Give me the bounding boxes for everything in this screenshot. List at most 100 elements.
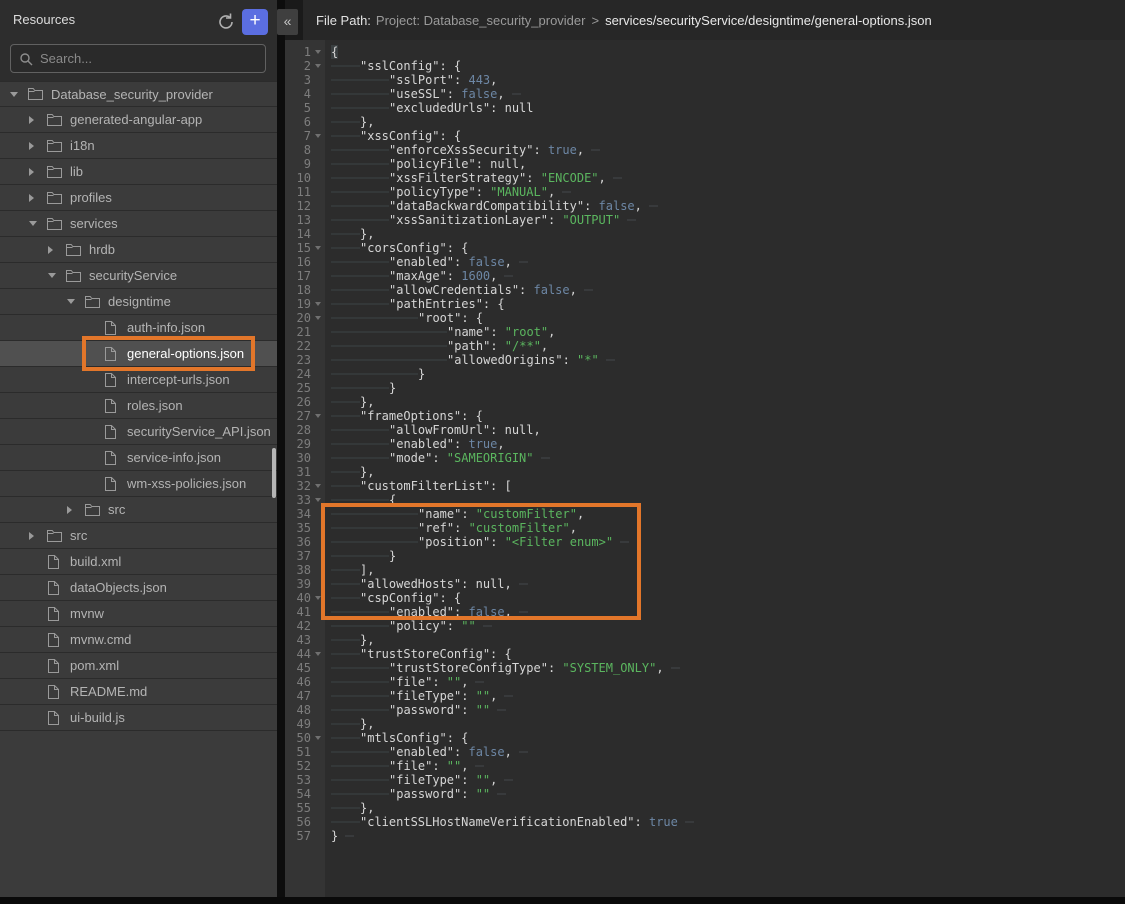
tree-item-services[interactable]: services (0, 211, 277, 237)
line-number: 52 (285, 759, 311, 773)
tree-item-intercept-urls-json[interactable]: intercept-urls.json (0, 367, 277, 393)
line-number: 21 (285, 325, 311, 339)
caret-collapsed-icon[interactable] (29, 532, 34, 540)
gutter-line: 51 (285, 745, 325, 759)
indent-guide (331, 367, 418, 381)
line-number: 20 (285, 311, 311, 325)
tree-item-hrdb[interactable]: hrdb (0, 237, 277, 263)
caret-collapsed-icon[interactable] (29, 116, 34, 124)
caret-expanded-icon[interactable] (67, 299, 75, 304)
line-number: 32 (285, 479, 311, 493)
tree-item-pom-xml[interactable]: pom.xml (0, 653, 277, 679)
code-line: "file": "", (331, 675, 1125, 689)
tree-item-mvnw-cmd[interactable]: mvnw.cmd (0, 627, 277, 653)
fold-caret-placeholder (311, 171, 323, 185)
fold-caret-icon[interactable] (311, 45, 323, 59)
fold-caret-icon[interactable] (311, 731, 323, 745)
tree-item-src[interactable]: src (0, 497, 277, 523)
tree-item-roles-json[interactable]: roles.json (0, 393, 277, 419)
caret-expanded-icon[interactable] (29, 221, 37, 226)
json-key-punct: "clientSSLHostNameVerificationEnabled": (360, 815, 649, 829)
fold-caret-icon[interactable] (311, 647, 323, 661)
tree-item-dataobjects-json[interactable]: dataObjects.json (0, 575, 277, 601)
line-number: 19 (285, 297, 311, 311)
tree-item-i18n[interactable]: i18n (0, 133, 277, 159)
fold-caret-icon[interactable] (311, 479, 323, 493)
line-number: 39 (285, 577, 311, 591)
search-icon (19, 52, 33, 66)
fold-caret-placeholder (311, 549, 323, 563)
tree-item-mvnw[interactable]: mvnw (0, 601, 277, 627)
json-key-punct: , (570, 283, 577, 297)
json-string-value: "*" (577, 353, 599, 367)
tree-item-service-info-json[interactable]: service-info.json (0, 445, 277, 471)
fold-caret-icon[interactable] (311, 311, 323, 325)
json-string-value: "customFilter" (469, 521, 570, 535)
code-editor[interactable]: 1234567891011121314151617181920212223242… (285, 40, 1125, 897)
fold-caret-icon[interactable] (311, 297, 323, 311)
tree-item-build-xml[interactable]: build.xml (0, 549, 277, 575)
caret-collapsed-icon[interactable] (67, 506, 72, 514)
code-line: "mtlsConfig": { (331, 731, 1125, 745)
gutter-line: 3 (285, 73, 325, 87)
tree-item-designtime[interactable]: designtime (0, 289, 277, 315)
refresh-button[interactable] (216, 12, 236, 32)
tree-item-wm-xss-policies-json[interactable]: wm-xss-policies.json (0, 471, 277, 497)
search-input[interactable] (40, 51, 257, 66)
caret-collapsed-icon[interactable] (29, 142, 34, 150)
indent-guide (331, 325, 447, 339)
tree-item-securityservice-api-json[interactable]: securityService_API.json (0, 419, 277, 445)
line-number: 50 (285, 731, 311, 745)
folder-icon (47, 140, 63, 152)
add-button[interactable]: + (242, 9, 268, 35)
code-line: }, (331, 465, 1125, 479)
tree-item-readme-md[interactable]: README.md (0, 679, 277, 705)
panel-divider[interactable] (277, 0, 285, 897)
file-tree: Database_security_providergenerated-angu… (0, 81, 277, 731)
indent-guide (331, 759, 389, 773)
tree-item-generated-angular-app[interactable]: generated-angular-app (0, 107, 277, 133)
fold-caret-placeholder (311, 199, 323, 213)
fold-caret-icon[interactable] (311, 591, 323, 605)
indent-guide (331, 451, 389, 465)
fold-caret-placeholder (311, 829, 323, 843)
caret-expanded-icon[interactable] (48, 273, 56, 278)
fold-caret-icon[interactable] (311, 493, 323, 507)
line-number: 53 (285, 773, 311, 787)
fold-caret-placeholder (311, 521, 323, 535)
code-line: "pathEntries": { (331, 297, 1125, 311)
tree-item-lib[interactable]: lib (0, 159, 277, 185)
tree-item-securityservice[interactable]: securityService (0, 263, 277, 289)
fold-caret-placeholder (311, 815, 323, 829)
tree-item-profiles[interactable]: profiles (0, 185, 277, 211)
fold-caret-icon[interactable] (311, 241, 323, 255)
code-line: "enabled": false, (331, 745, 1125, 759)
collapse-panel-button[interactable]: « (277, 9, 298, 35)
fold-caret-icon[interactable] (311, 59, 323, 73)
gutter-line: 56 (285, 815, 325, 829)
tree-item-src[interactable]: src (0, 523, 277, 549)
tree-scrollbar-thumb[interactable] (272, 448, 276, 498)
code-line: "enforceXssSecurity": true, (331, 143, 1125, 157)
json-string-value: "" (447, 759, 461, 773)
caret-collapsed-icon[interactable] (48, 246, 53, 254)
caret-expanded-icon[interactable] (10, 92, 18, 97)
fold-caret-icon[interactable] (311, 129, 323, 143)
tree-item-ui-build-js[interactable]: ui-build.js (0, 705, 277, 731)
fold-caret-placeholder (311, 115, 323, 129)
caret-collapsed-icon[interactable] (29, 194, 34, 202)
tree-item-database-security-provider[interactable]: Database_security_provider (0, 81, 277, 107)
search-box[interactable] (10, 44, 266, 73)
indent-guide (331, 227, 360, 241)
json-key-punct: "file": (389, 759, 447, 773)
line-number: 5 (285, 101, 311, 115)
indent-guide (331, 577, 360, 591)
json-key-punct: "sslPort": (389, 73, 468, 87)
line-number: 46 (285, 675, 311, 689)
tree-item-general-options-json[interactable]: general-options.json (0, 341, 277, 367)
caret-collapsed-icon[interactable] (29, 168, 34, 176)
tree-item-auth-info-json[interactable]: auth-info.json (0, 315, 277, 341)
indent-guide (331, 507, 418, 521)
fold-caret-icon[interactable] (311, 409, 323, 423)
json-key-punct: , (490, 269, 497, 283)
